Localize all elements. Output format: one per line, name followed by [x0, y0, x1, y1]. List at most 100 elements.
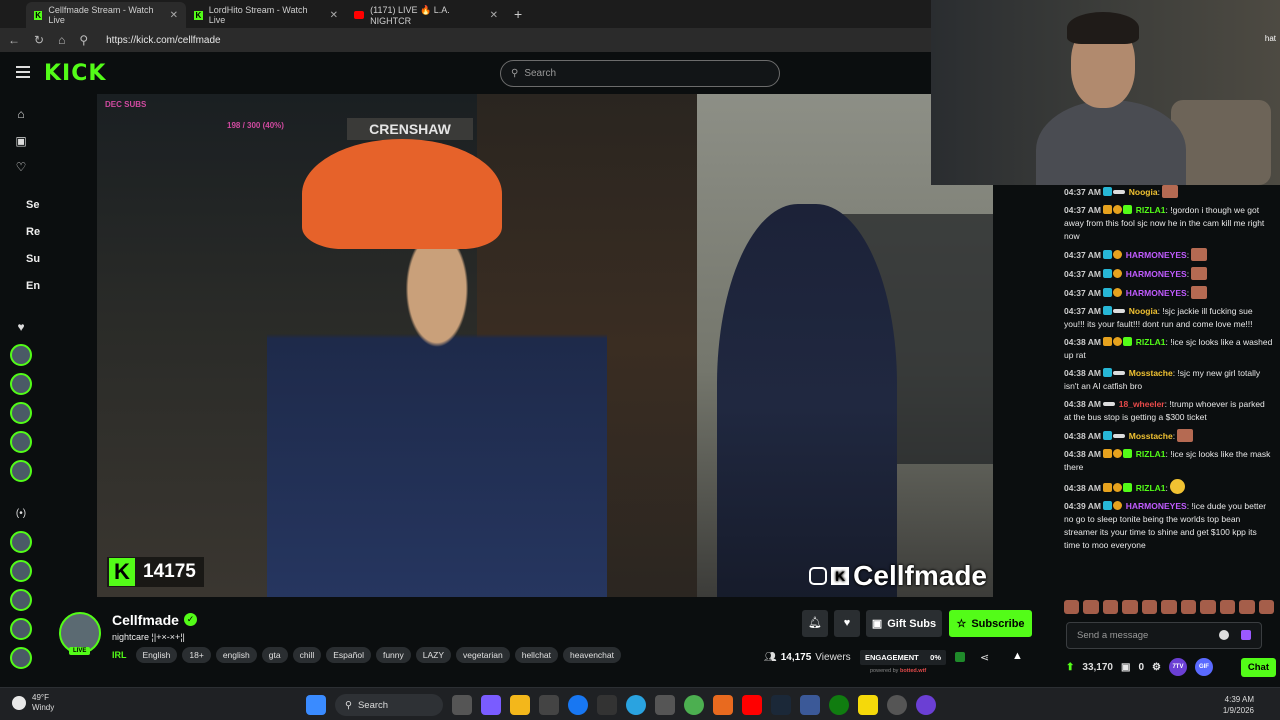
emote-icon[interactable] [1180, 600, 1197, 614]
emote-icon[interactable] [1102, 600, 1119, 614]
stream-tag[interactable]: chill [292, 647, 322, 663]
close-tab-icon[interactable]: ✕ [170, 10, 178, 21]
followed-channel-avatar[interactable] [10, 431, 32, 453]
emote-icon[interactable] [1122, 600, 1138, 614]
stream-tag[interactable]: LAZY [415, 647, 452, 663]
emote-icon[interactable] [1161, 600, 1177, 614]
7tv-extension-button[interactable]: 7TV [1168, 658, 1187, 676]
gift-icon[interactable]: ▣ [1121, 662, 1130, 673]
recommended-channel-avatar[interactable] [10, 531, 32, 553]
emote-icon[interactable] [1200, 600, 1216, 614]
close-tab-icon[interactable]: ✕ [330, 10, 338, 21]
video-player[interactable]: CRENSHAW DEC SUBS 198 / 300 (40%) K 1417… [97, 94, 993, 597]
extension-icon[interactable] [1241, 630, 1251, 640]
chat-username[interactable]: Noogia [1129, 187, 1158, 197]
stream-tag[interactable]: 18+ [182, 647, 211, 663]
followed-channel-avatar[interactable] [10, 402, 32, 424]
chat-username[interactable]: HARMONEYES [1126, 501, 1187, 511]
youtube-icon[interactable] [742, 695, 762, 715]
task-view-icon[interactable] [452, 695, 472, 715]
stream-tag[interactable]: hellchat [514, 647, 559, 663]
streamer-name[interactable]: Cellfmade [112, 612, 179, 628]
followed-channel-avatar[interactable] [10, 344, 32, 366]
chat-username[interactable]: HARMONEYES [1126, 288, 1187, 298]
app-icon[interactable] [800, 695, 820, 715]
emote-icon[interactable] [1064, 600, 1080, 614]
gif-button[interactable]: GIF [1194, 658, 1213, 676]
recommended-channel-avatar[interactable] [10, 618, 32, 640]
recommended-channel-avatar[interactable] [10, 647, 32, 669]
emote-icon[interactable] [1083, 600, 1099, 614]
hamburger-menu-icon[interactable] [16, 66, 30, 78]
stream-tag[interactable]: vegetarian [456, 647, 510, 663]
obs-icon[interactable] [916, 695, 936, 715]
stream-tag[interactable]: Español [326, 647, 371, 663]
reload-icon[interactable]: ↻ [34, 33, 44, 47]
report-warning-icon[interactable]: ▲ [1012, 650, 1023, 662]
home-icon[interactable]: ⌂ [13, 107, 29, 123]
stream-tag[interactable]: English [135, 647, 178, 663]
following-heart-icon[interactable]: ♡ [13, 160, 29, 176]
share-icon[interactable]: ⋖ [980, 651, 989, 664]
settings-gear-icon[interactable] [887, 695, 907, 715]
search-input[interactable]: ⚲ Search [500, 60, 780, 87]
chat-username[interactable]: 18_wheeler [1119, 399, 1165, 409]
followed-channel-avatar[interactable] [10, 373, 32, 395]
channel-points-count[interactable]: 33,170 [1082, 662, 1113, 673]
chat-username[interactable]: Noogia [1129, 306, 1158, 316]
close-tab-icon[interactable]: ✕ [490, 10, 498, 21]
chat-message-input[interactable]: Send a message [1066, 622, 1262, 649]
steam-icon[interactable] [771, 695, 791, 715]
chat-settings-gear-icon[interactable]: ⚙ [1152, 662, 1161, 673]
chat-username[interactable]: RIZLA1 [1136, 483, 1166, 493]
stream-tag[interactable]: english [215, 647, 257, 663]
follow-heart-icon[interactable]: ♥ [834, 610, 860, 637]
back-icon[interactable]: ← [8, 33, 20, 47]
recommended-channel-avatar[interactable] [10, 589, 32, 611]
recommended-channel-avatar[interactable] [10, 560, 32, 582]
browser-tab-youtube[interactable]: (1171) LIVE 🔥 L.A. NIGHTCR ✕ [346, 2, 506, 28]
browser-tab-cellfmade[interactable]: K Cellfmade Stream - Watch Live ✕ [26, 2, 186, 28]
subscribe-button[interactable]: ☆ Subscribe [949, 610, 1032, 637]
chat-username[interactable]: HARMONEYES [1126, 250, 1187, 260]
stream-tag[interactable]: gta [261, 647, 288, 663]
windows-start-icon[interactable] [306, 695, 326, 715]
copilot-icon[interactable] [481, 695, 501, 715]
chat-username[interactable]: Mosstache [1129, 431, 1173, 441]
emote-icon[interactable] [1141, 600, 1158, 614]
browser-tab-lordhito[interactable]: K LordHito Stream - Watch Live ✕ [186, 2, 346, 28]
xbox-icon[interactable] [829, 695, 849, 715]
url-field[interactable]: https://kick.com/cellfmade [106, 35, 220, 46]
chrome-browser-icon[interactable] [684, 695, 704, 715]
kick-logo[interactable]: KICK [44, 61, 106, 86]
amazon-icon[interactable] [597, 695, 617, 715]
followed-channel-avatar[interactable] [10, 460, 32, 482]
stream-tag[interactable]: funny [375, 647, 411, 663]
store-icon[interactable] [539, 695, 559, 715]
emoji-picker-icon[interactable] [1219, 630, 1229, 640]
file-explorer-icon[interactable] [510, 695, 530, 715]
emote-icon[interactable] [1239, 600, 1255, 614]
home-icon[interactable]: ⌂ [58, 33, 65, 47]
new-tab-button[interactable]: + [514, 6, 522, 22]
stream-tag[interactable]: heavenchat [563, 647, 621, 663]
chat-username[interactable]: HARMONEYES [1126, 269, 1187, 279]
browse-icon[interactable]: ▣ [13, 134, 29, 150]
chat-username[interactable]: RIZLA1 [1136, 205, 1166, 215]
system-clock[interactable]: 4:39 AM 1/9/2026 [1223, 694, 1254, 716]
sticky-notes-icon[interactable] [858, 695, 878, 715]
emote-icon[interactable] [1258, 600, 1274, 614]
site-info-icon[interactable]: ⚲ [79, 33, 88, 47]
chat-username[interactable]: RIZLA1 [1136, 449, 1166, 459]
vlc-icon[interactable] [713, 695, 733, 715]
weather-widget[interactable]: 49°F Windy [12, 693, 54, 713]
emote-icon[interactable] [1219, 600, 1236, 614]
chat-username[interactable]: Mosstache [1129, 368, 1173, 378]
powered-brand[interactable]: botted.wtf [900, 668, 926, 674]
stream-category[interactable]: IRL [112, 650, 127, 660]
notification-bell-icon[interactable]: 🔔︎ [802, 610, 828, 637]
facebook-icon[interactable] [568, 695, 588, 715]
calculator-icon[interactable] [655, 695, 675, 715]
edge-browser-icon[interactable] [626, 695, 646, 715]
send-chat-button[interactable]: Chat [1240, 657, 1276, 677]
